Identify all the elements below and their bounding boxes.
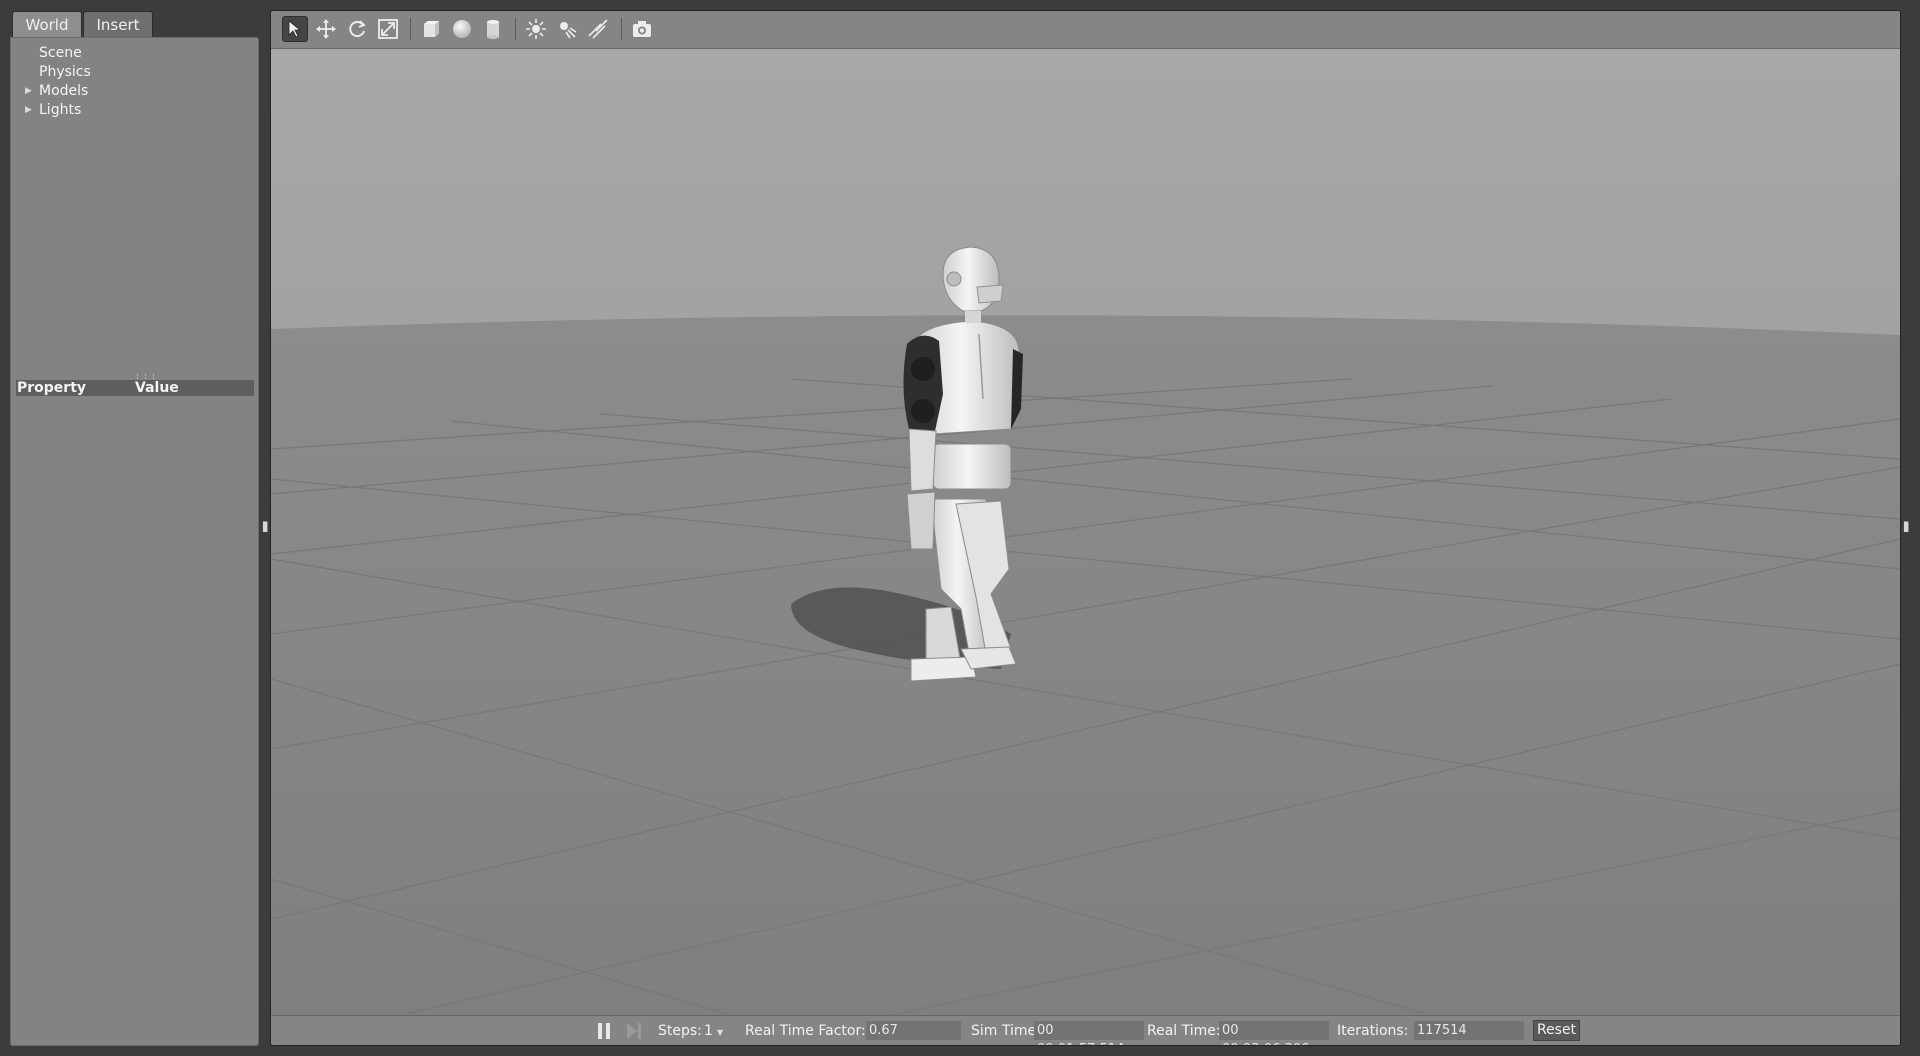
sphere-shape-icon[interactable]	[449, 16, 475, 42]
right-panel-collapse-handle[interactable]: ▪ ▪ ▪	[1903, 520, 1909, 535]
sim-time-label: Sim Time:	[971, 1023, 1041, 1039]
scale-mode-icon[interactable]	[375, 16, 401, 42]
toolbar-separator	[515, 18, 516, 40]
tree-item-label: Physics	[39, 64, 91, 80]
cylinder-shape-icon[interactable]	[480, 16, 506, 42]
step-forward-icon[interactable]	[626, 1022, 642, 1044]
real-time-field: 00 00:03:06.306	[1219, 1021, 1329, 1045]
pause-button[interactable]	[596, 1022, 612, 1044]
toolbar-separator	[621, 18, 622, 40]
point-light-icon[interactable]	[523, 16, 549, 42]
directional-light-icon[interactable]	[585, 16, 611, 42]
steps-dropdown-icon[interactable]: ▼	[717, 1028, 723, 1037]
real-time-factor-field: 0.67	[866, 1021, 961, 1040]
steps-label: Steps:	[658, 1023, 702, 1039]
tab-world[interactable]: World	[12, 11, 82, 37]
tree-item-lights[interactable]: ▶ Lights	[25, 101, 82, 120]
property-column-header[interactable]: Property	[17, 380, 86, 396]
steps-value[interactable]: 1	[704, 1023, 713, 1039]
render-viewport[interactable]: Steps: 1 ▼ Real Time Factor: 0.67 Sim Ti…	[270, 10, 1901, 1046]
property-table-header: Property Value	[16, 380, 254, 396]
scene-3d-view[interactable]	[271, 49, 1900, 1027]
value-column-header[interactable]: Value	[135, 380, 179, 396]
sim-time-field: 00 00:01:57.514	[1034, 1021, 1144, 1045]
screenshot-camera-icon[interactable]	[629, 16, 655, 42]
expand-arrow-icon[interactable]: ▶	[25, 101, 32, 120]
rotate-mode-icon[interactable]	[344, 16, 370, 42]
expand-arrow-icon[interactable]: ▶	[25, 82, 32, 101]
tree-item-models[interactable]: ▶ Models	[25, 82, 89, 101]
iterations-field: 117514	[1414, 1021, 1524, 1040]
toolbar-separator	[410, 18, 411, 40]
status-bar: Steps: 1 ▼ Real Time Factor: 0.67 Sim Ti…	[271, 1015, 1900, 1045]
tree-item-scene[interactable]: Scene	[39, 44, 82, 63]
iterations-label: Iterations:	[1337, 1023, 1409, 1039]
spot-light-icon[interactable]	[554, 16, 580, 42]
toolbar	[271, 11, 1900, 49]
tab-insert[interactable]: Insert	[83, 11, 153, 37]
world-tree-pane: Scene Physics ▶ Models ▶ Lights ⋮⋮⋮ Prop…	[10, 37, 259, 1046]
real-time-factor-label: Real Time Factor:	[745, 1023, 866, 1039]
tree-item-label: Scene	[39, 45, 82, 61]
translate-mode-icon[interactable]	[313, 16, 339, 42]
tree-item-physics[interactable]: Physics	[39, 63, 91, 82]
tree-item-label: Lights	[39, 102, 82, 118]
tree-item-label: Models	[39, 83, 89, 99]
reset-button[interactable]: Reset	[1533, 1020, 1580, 1041]
real-time-label: Real Time:	[1147, 1023, 1221, 1039]
sky	[271, 49, 1900, 349]
left-panel: World Insert Scene Physics ▶ Models ▶ Li…	[0, 0, 268, 1056]
box-shape-icon[interactable]	[418, 16, 444, 42]
left-panel-collapse-handle[interactable]: ▪ ▪ ▪	[262, 520, 268, 535]
select-mode-icon[interactable]	[282, 16, 308, 42]
